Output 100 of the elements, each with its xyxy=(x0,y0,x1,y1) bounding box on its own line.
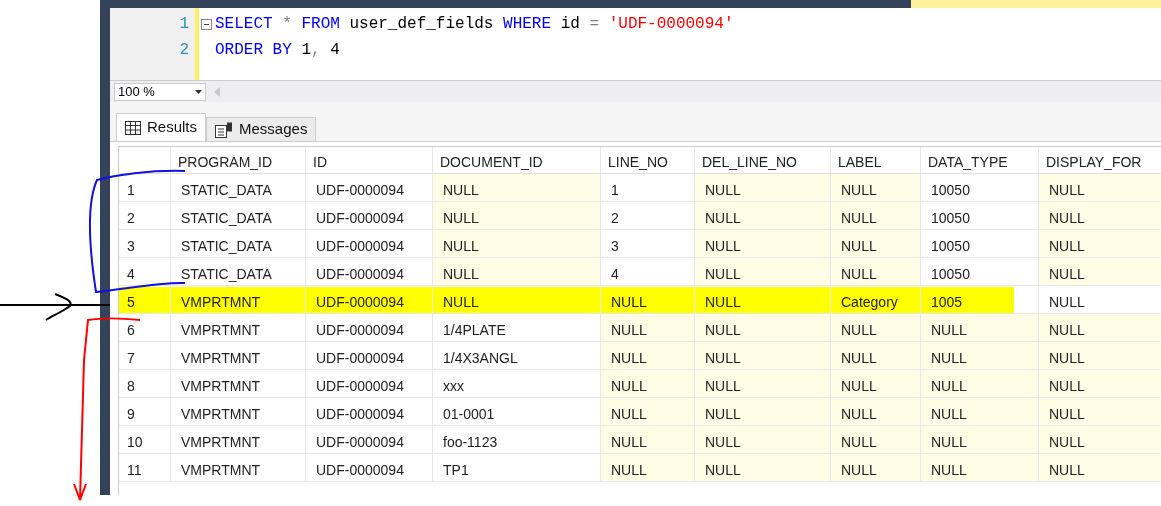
table-cell: NULL xyxy=(1039,258,1161,285)
column-header[interactable]: DATA_TYPE xyxy=(921,147,1039,173)
table-cell: VMPRTMNT xyxy=(171,454,306,481)
line-number: 1 xyxy=(179,14,189,34)
table-cell: NULL xyxy=(695,426,831,453)
table-cell: NULL xyxy=(1039,342,1161,369)
table-cell: NULL xyxy=(433,258,601,285)
table-cell: NULL xyxy=(831,398,921,425)
table-cell: NULL xyxy=(831,454,921,481)
table-cell: NULL xyxy=(433,230,601,257)
table-cell: VMPRTMNT xyxy=(171,426,306,453)
table-cell: UDF-0000094 xyxy=(306,398,433,425)
table-cell: NULL xyxy=(831,426,921,453)
row-number: 1 xyxy=(119,174,171,201)
grid-icon xyxy=(125,120,141,135)
table-cell: NULL xyxy=(601,286,695,313)
row-number: 9 xyxy=(119,398,171,425)
table-cell: Category xyxy=(831,286,921,313)
table-cell: NULL xyxy=(601,314,695,341)
table-cell: NULL xyxy=(1039,370,1161,397)
column-header[interactable]: PROGRAM_ID xyxy=(171,147,306,173)
row-number: 6 xyxy=(119,314,171,341)
table-cell: NULL xyxy=(695,286,831,313)
table-cell: VMPRTMNT xyxy=(171,314,306,341)
table-cell: NULL xyxy=(1039,398,1161,425)
row-number: 7 xyxy=(119,342,171,369)
column-header[interactable]: DOCUMENT_ID xyxy=(433,147,601,173)
table-cell: NULL xyxy=(433,286,601,313)
table-cell: NULL xyxy=(1039,426,1161,453)
table-cell: NULL xyxy=(1039,202,1161,229)
table-cell: NULL xyxy=(1039,174,1161,201)
table-cell: VMPRTMNT xyxy=(171,370,306,397)
column-header[interactable]: DEL_LINE_NO xyxy=(695,147,831,173)
row-number: 3 xyxy=(119,230,171,257)
table-cell: NULL xyxy=(695,314,831,341)
caret-icon xyxy=(195,89,202,94)
zoom-dropdown[interactable]: 100 % xyxy=(114,82,206,101)
table-cell: NULL xyxy=(433,202,601,229)
row-number: 2 xyxy=(119,202,171,229)
table-cell: NULL xyxy=(831,174,921,201)
table-cell: NULL xyxy=(1039,314,1161,341)
line-number: 2 xyxy=(179,40,189,60)
table-cell: NULL xyxy=(921,398,1039,425)
table-cell: NULL xyxy=(695,398,831,425)
table-cell: NULL xyxy=(921,370,1039,397)
table-cell: NULL xyxy=(831,202,921,229)
scroll-left-icon[interactable] xyxy=(214,86,220,97)
table-cell: NULL xyxy=(1039,230,1161,257)
column-header[interactable]: DISPLAY_FOR xyxy=(1039,147,1161,173)
code-line: SELECT * FROM user_def_fields WHERE id = 'UDF-0000094' xyxy=(215,14,734,34)
row-number: 4 xyxy=(119,258,171,285)
table-cell: NULL xyxy=(695,370,831,397)
row-number: 5 xyxy=(119,286,171,313)
table-cell: NULL xyxy=(695,342,831,369)
table-cell: NULL xyxy=(831,230,921,257)
result-tab[interactable]: Results xyxy=(116,113,207,141)
column-header[interactable]: LABEL xyxy=(831,147,921,173)
table-cell: NULL xyxy=(921,426,1039,453)
table-cell: NULL xyxy=(695,258,831,285)
row-number: 11 xyxy=(119,454,171,481)
table-cell: NULL xyxy=(831,370,921,397)
table-cell: UDF-0000094 xyxy=(306,426,433,453)
table-cell: NULL xyxy=(1039,454,1161,481)
messages-icon xyxy=(215,121,234,138)
code-line: ORDER BY 1, 4 xyxy=(215,40,340,60)
table-cell: VMPRTMNT xyxy=(171,398,306,425)
result-tab[interactable]: Messages xyxy=(206,117,317,141)
table-cell: 1005 xyxy=(921,286,1039,313)
table-cell: NULL xyxy=(1039,286,1161,313)
table-cell: STATIC_DATA xyxy=(171,174,306,201)
table-cell: NULL xyxy=(831,314,921,341)
table-cell: NULL xyxy=(601,454,695,481)
table-cell: UDF-0000094 xyxy=(306,314,433,341)
table-cell: NULL xyxy=(695,174,831,201)
table-cell: UDF-0000094 xyxy=(306,454,433,481)
table-cell: NULL xyxy=(695,230,831,257)
table-cell: NULL xyxy=(601,426,695,453)
column-header[interactable]: LINE_NO xyxy=(601,147,695,173)
table-cell: UDF-0000094 xyxy=(306,370,433,397)
table-cell: NULL xyxy=(831,342,921,369)
table-cell: STATIC_DATA xyxy=(171,230,306,257)
table-cell: VMPRTMNT xyxy=(171,286,306,313)
active-document-tab[interactable] xyxy=(911,0,1161,8)
table-cell: NULL xyxy=(831,258,921,285)
table-cell: NULL xyxy=(601,342,695,369)
collapse-icon[interactable] xyxy=(201,18,212,30)
table-cell: NULL xyxy=(921,342,1039,369)
table-cell: NULL xyxy=(601,398,695,425)
pane-splitter[interactable] xyxy=(110,102,1161,112)
table-cell: NULL xyxy=(433,174,601,201)
row-number: 10 xyxy=(119,426,171,453)
table-cell: NULL xyxy=(921,454,1039,481)
table-cell: UDF-0000094 xyxy=(306,342,433,369)
table-cell: NULL xyxy=(695,202,831,229)
table-cell: VMPRTMNT xyxy=(171,342,306,369)
column-header[interactable]: ID xyxy=(306,147,433,173)
table-cell: STATIC_DATA xyxy=(171,202,306,229)
row-number: 8 xyxy=(119,370,171,397)
table-cell: NULL xyxy=(921,314,1039,341)
table-cell: NULL xyxy=(695,454,831,481)
